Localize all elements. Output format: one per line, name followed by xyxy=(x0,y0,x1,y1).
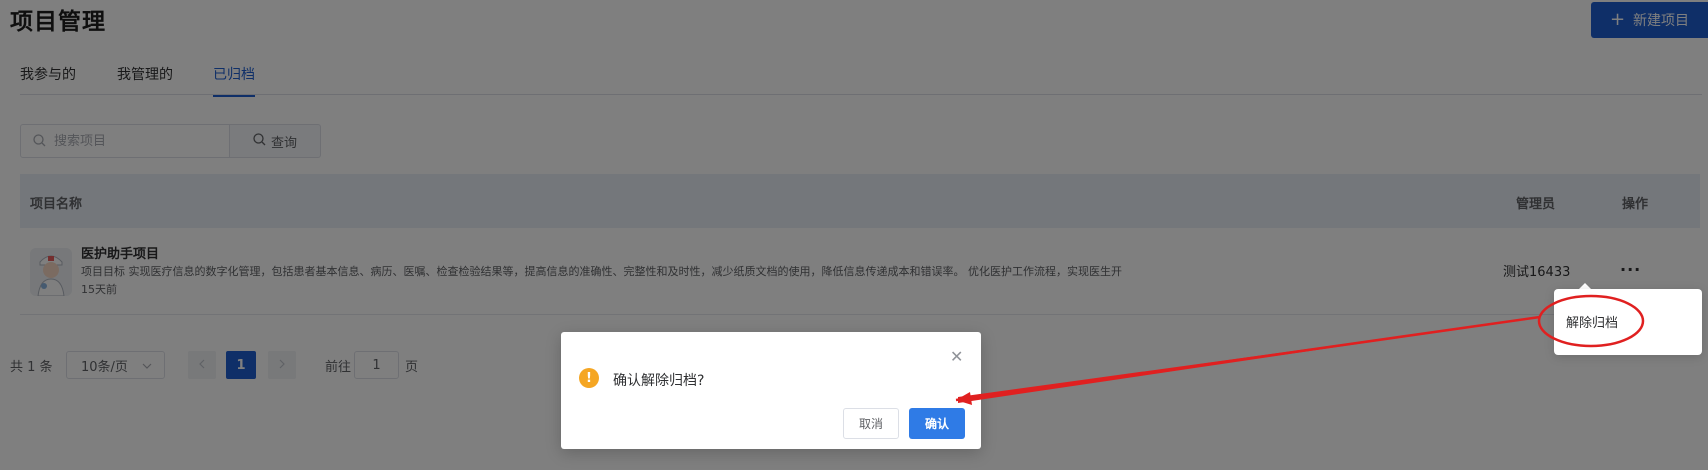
confirm-button[interactable]: 确认 xyxy=(909,408,965,439)
close-icon[interactable]: ✕ xyxy=(950,349,963,365)
warning-icon: ! xyxy=(579,368,599,388)
cancel-button[interactable]: 取消 xyxy=(843,408,899,439)
confirm-dialog: ✕ ! 确认解除归档? 取消 确认 xyxy=(561,332,981,449)
unarchive-menu-item[interactable]: 解除归档 xyxy=(1566,312,1618,331)
row-actions-dropdown: 解除归档 xyxy=(1554,289,1702,355)
dialog-message: 确认解除归档? xyxy=(613,373,705,389)
